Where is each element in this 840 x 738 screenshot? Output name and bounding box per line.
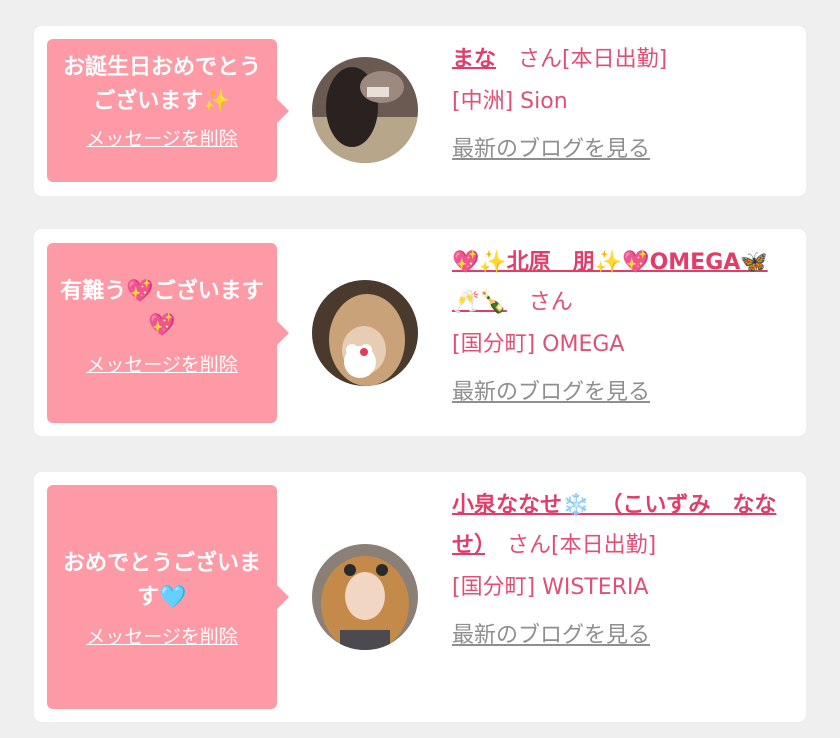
latest-blog-link[interactable]: 最新のブログを見る — [452, 616, 650, 656]
shop-label: [国分町] OMEGA — [452, 332, 625, 357]
message-card-1: お誕生日おめでとうございます✨ メッセージを削除 まな さん[本日出勤] [中洲… — [34, 26, 806, 196]
message-bubble: お誕生日おめでとうございます✨ メッセージを削除 — [47, 39, 289, 182]
avatar[interactable] — [312, 544, 418, 650]
message-text: お誕生日おめでとうございます✨ — [62, 55, 261, 114]
cast-info: 💖✨北原 朋✨💖OMEGA🦋🥂🍾 さん [国分町] OMEGA 最新のブログを見… — [452, 243, 792, 413]
avatar[interactable] — [312, 57, 418, 163]
cast-info: 小泉ななせ❄️ （こいずみ ななせ） さん[本日出勤] [国分町] WISTER… — [452, 486, 792, 656]
message-bubble: おめでとうございます🩵 メッセージを削除 — [47, 485, 289, 709]
message-text: おめでとうございます🩵 — [62, 551, 261, 610]
message-card-2: 有難う💖ございます💖 メッセージを削除 💖✨北原 朋✨💖OMEGA🦋🥂🍾 さん … — [34, 229, 806, 436]
delete-message-link[interactable]: メッセージを削除 — [86, 125, 238, 153]
cast-name-link[interactable]: 💖✨北原 朋✨💖OMEGA🦋🥂🍾 — [452, 250, 768, 315]
cast-info: まな さん[本日出勤] [中洲] Sion 最新のブログを見る — [452, 40, 792, 170]
avatar[interactable] — [312, 280, 418, 386]
latest-blog-link[interactable]: 最新のブログを見る — [452, 130, 650, 170]
latest-blog-link[interactable]: 最新のブログを見る — [452, 373, 650, 413]
delete-message-link[interactable]: メッセージを削除 — [86, 351, 238, 379]
cast-suffix: さん[本日出勤] — [485, 533, 657, 558]
cast-name-link[interactable]: まな — [452, 47, 496, 72]
shop-label: [国分町] WISTERIA — [452, 575, 649, 600]
message-bubble: 有難う💖ございます💖 メッセージを削除 — [47, 243, 289, 423]
cast-suffix: さん[本日出勤] — [496, 47, 668, 72]
cast-suffix: さん — [506, 290, 573, 315]
message-text: 有難う💖ございます💖 — [60, 279, 264, 338]
message-card-3: おめでとうございます🩵 メッセージを削除 小泉ななせ❄️ （こいずみ ななせ） … — [34, 472, 806, 722]
shop-label: [中洲] Sion — [452, 89, 568, 114]
delete-message-link[interactable]: メッセージを削除 — [86, 623, 238, 651]
